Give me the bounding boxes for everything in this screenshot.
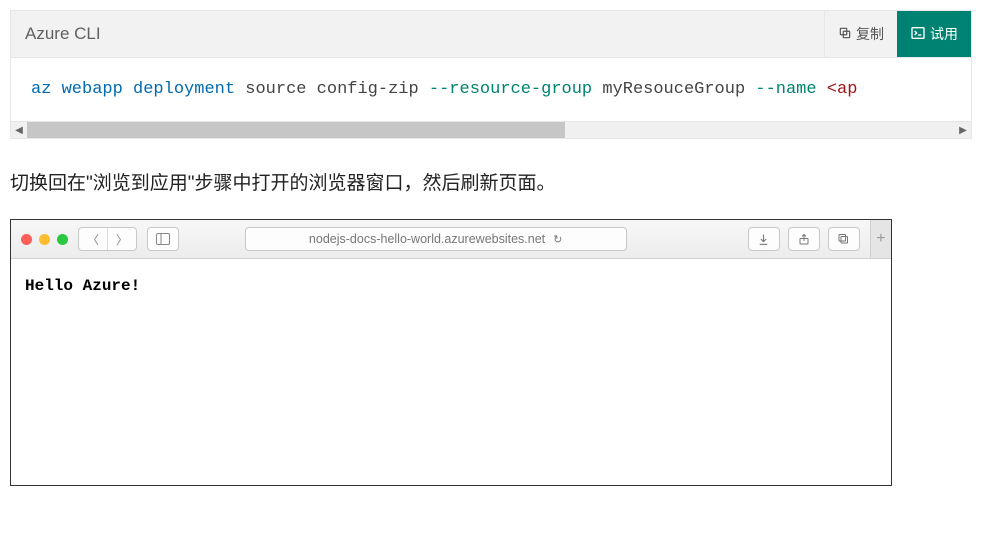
code-token xyxy=(123,80,133,99)
share-button[interactable] xyxy=(788,227,820,251)
code-token: myResouceGroup xyxy=(592,80,755,99)
code-token: source config-zip xyxy=(235,80,429,99)
window-controls xyxy=(21,234,68,245)
code-block-header: Azure CLI 复制 xyxy=(11,11,971,58)
browser-page-content: Hello Azure! xyxy=(11,259,891,485)
forward-button[interactable]: 〉 xyxy=(107,228,136,250)
terminal-icon xyxy=(910,25,926,44)
url-text: nodejs-docs-hello-world.azurewebsites.ne… xyxy=(309,232,545,246)
copy-button-label: 复制 xyxy=(856,24,884,44)
address-bar[interactable]: nodejs-docs-hello-world.azurewebsites.ne… xyxy=(245,227,627,251)
share-icon xyxy=(798,233,810,246)
plus-icon: + xyxy=(876,230,885,248)
code-block: Azure CLI 复制 xyxy=(10,10,972,139)
toolbar-right-group xyxy=(748,227,860,251)
code-token: webapp xyxy=(62,80,123,99)
code-token: --resource-group xyxy=(429,80,592,99)
scroll-right-arrow-icon[interactable]: ▶ xyxy=(955,125,971,136)
sidebar-toggle-button[interactable] xyxy=(147,227,179,251)
code-language-label: Azure CLI xyxy=(11,11,115,57)
code-content: az webapp deployment source config-zip -… xyxy=(11,58,971,121)
nav-back-forward-group: 〈 〉 xyxy=(78,227,137,251)
code-token: --name xyxy=(755,80,816,99)
minimize-window-icon[interactable] xyxy=(39,234,50,245)
chevron-right-icon: 〉 xyxy=(116,231,128,248)
code-token xyxy=(51,80,61,99)
instruction-text: 切换回在"浏览到应用"步骤中打开的浏览器窗口，然后刷新页面。 xyxy=(10,169,972,199)
code-block-actions: 复制 试用 xyxy=(824,11,971,57)
scrollbar-thumb[interactable] xyxy=(27,122,565,138)
copy-icon xyxy=(838,26,852,43)
code-token: az xyxy=(31,80,51,99)
browser-window: 〈 〉 nodejs-docs-hello-world.azurewebsite… xyxy=(10,219,892,486)
maximize-window-icon[interactable] xyxy=(57,234,68,245)
try-it-button-label: 试用 xyxy=(930,24,958,44)
scrollbar-track[interactable] xyxy=(27,122,955,138)
tabs-button[interactable] xyxy=(828,227,860,251)
sidebar-icon xyxy=(156,233,170,245)
code-token xyxy=(817,80,827,99)
scroll-left-arrow-icon[interactable]: ◀ xyxy=(11,125,27,136)
copy-button[interactable]: 复制 xyxy=(824,11,897,57)
code-token: <ap xyxy=(827,80,858,99)
back-button[interactable]: 〈 xyxy=(79,228,107,250)
tabs-icon xyxy=(837,233,850,245)
horizontal-scrollbar[interactable]: ◀ ▶ xyxy=(11,121,971,138)
browser-toolbar: 〈 〉 nodejs-docs-hello-world.azurewebsite… xyxy=(11,220,891,259)
download-icon xyxy=(757,233,770,246)
new-tab-button[interactable]: + xyxy=(870,220,891,258)
code-token: deployment xyxy=(133,80,235,99)
reload-icon[interactable]: ↻ xyxy=(553,233,562,246)
try-it-button[interactable]: 试用 xyxy=(897,11,971,57)
chevron-left-icon: 〈 xyxy=(87,231,99,248)
close-window-icon[interactable] xyxy=(21,234,32,245)
download-button[interactable] xyxy=(748,227,780,251)
